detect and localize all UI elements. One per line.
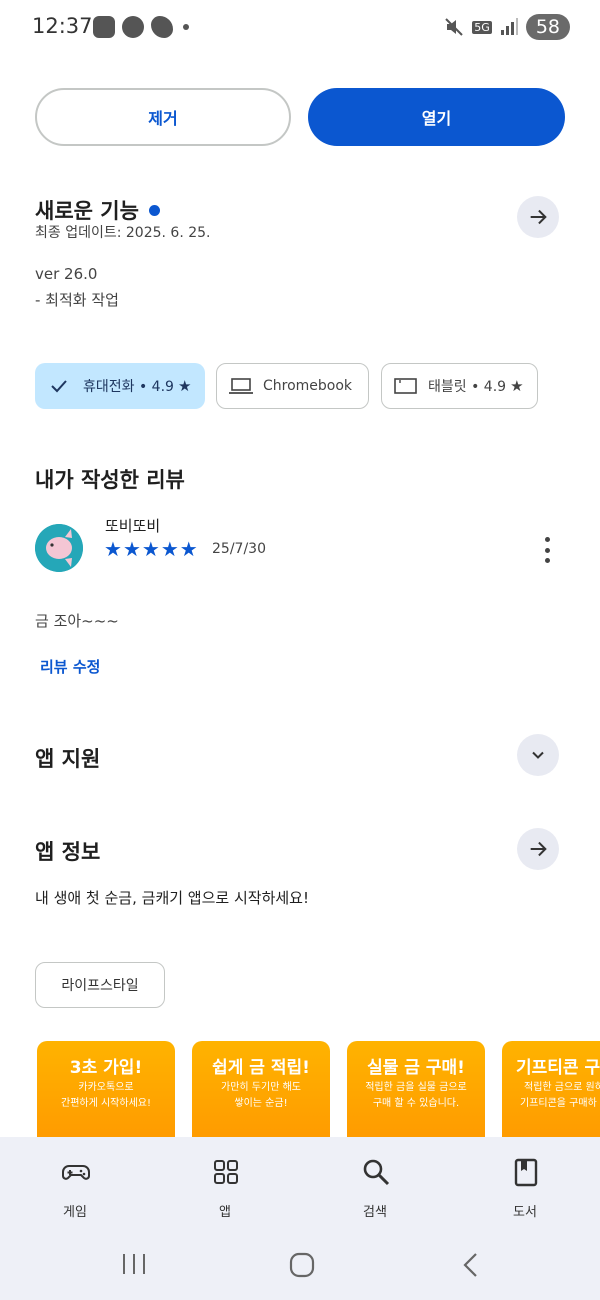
gamepad-icon [62, 1165, 90, 1180]
screenshot-caption: 기프티콘을 구매하 [520, 1098, 597, 1109]
arrow-right-icon [530, 209, 547, 225]
screenshot-caption: 쌓이는 순금! [234, 1098, 288, 1109]
signal-icon [500, 18, 518, 35]
remove-button[interactable]: 제거 [35, 88, 291, 146]
mute-icon [445, 18, 463, 36]
back-icon[interactable] [460, 1251, 482, 1279]
review-text: 금 조아~~~ [35, 612, 119, 630]
chevron-down-icon [532, 751, 544, 759]
screenshot-card[interactable]: 기프티콘 구 적립한 금으로 원하 기프티콘을 구매하 [502, 1041, 600, 1151]
reviewer-name: 또비또비 [105, 517, 161, 535]
category-chip[interactable]: 라이프스타일 [35, 962, 165, 1008]
screenshot-caption: 적립한 금을 실물 금으로 [365, 1082, 467, 1093]
screenshot-caption: 카카오톡으로 [78, 1082, 134, 1093]
nav-apps[interactable]: 앱 [175, 1137, 275, 1235]
home-icon[interactable] [288, 1251, 316, 1279]
avatar [35, 524, 83, 572]
app-description: 내 생애 첫 순금, 금캐기 앱으로 시작하세요! [35, 889, 309, 907]
app-info-arrow-button[interactable] [517, 828, 559, 870]
nav-games[interactable]: 게임 [25, 1137, 125, 1235]
last-updated: 최종 업데이트: 2025. 6. 25. [35, 225, 211, 241]
nav-books-label: 도서 [513, 1205, 537, 1220]
screenshot-card[interactable]: 실물 금 구매! 적립한 금을 실물 금으로 구매 할 수 있습니다. [347, 1041, 485, 1151]
screenshot-headline: 실물 금 구매! [367, 1058, 465, 1078]
whats-new-heading: 새로운 기능 [35, 195, 160, 225]
status-indicators: 5G 58 [444, 14, 570, 40]
kebab-dot [544, 547, 550, 553]
screenshot-caption: 적립한 금으로 원하 [524, 1082, 600, 1093]
recent-apps-icon[interactable] [120, 1251, 148, 1277]
version-text: ver 26.0 [35, 265, 98, 283]
review-date: 25/7/30 [212, 541, 266, 557]
star-icon: ★ [141, 537, 160, 561]
screenshot-caption: 가만히 두기만 해도 [221, 1082, 301, 1093]
whats-new-arrow-button[interactable] [517, 196, 559, 238]
star-icon: ★ [160, 537, 179, 561]
notification-icons [93, 16, 189, 38]
star-icon: ★ [177, 377, 192, 395]
whats-new-title: 새로운 기능 [35, 199, 139, 223]
tablet-icon [394, 378, 417, 394]
app-support-title: 앱 지원 [35, 747, 101, 771]
screenshot-card[interactable]: 쉽게 금 적립! 가만히 두기만 해도 쌓이는 순금! [192, 1041, 330, 1151]
my-review-title: 내가 작성한 리뷰 [35, 468, 185, 492]
chip-chromebook[interactable]: Chromebook [216, 363, 369, 409]
star-icon: ★ [510, 377, 524, 395]
nav-search[interactable]: 검색 [325, 1137, 425, 1235]
status-bar: 12:37 5G 58 [0, 0, 600, 52]
app-info-title: 앱 정보 [35, 840, 101, 864]
system-navigation-bar [0, 1235, 600, 1300]
screenshot-headline: 기프티콘 구 [516, 1058, 600, 1078]
check-icon [51, 380, 67, 393]
kebab-dot [544, 537, 550, 542]
app-support-expand-button[interactable] [517, 734, 559, 776]
edit-review-link[interactable]: 리뷰 수정 [40, 656, 100, 677]
star-icon: ★ [122, 537, 141, 561]
arrow-right-icon [530, 841, 547, 857]
star-icon: ★ [179, 537, 198, 561]
screenshot-headline: 쉽게 금 적립! [212, 1058, 310, 1078]
laptop-icon [229, 378, 253, 394]
chip-chromebook-label: Chromebook [263, 378, 353, 394]
nav-games-label: 게임 [63, 1205, 87, 1220]
network-type: 5G [472, 20, 492, 34]
nav-search-label: 검색 [363, 1205, 387, 1220]
screenshot-caption: 간편하게 시작하세요! [61, 1098, 151, 1109]
bottom-navigation: 게임 앱 검색 도서 [0, 1137, 600, 1235]
app-notification-icon [93, 16, 115, 38]
apps-grid-icon [214, 1160, 238, 1184]
book-icon [514, 1158, 538, 1187]
review-stars: ★ ★ ★ ★ ★ [104, 538, 198, 560]
more-notifications-dot [183, 24, 189, 30]
sunfish-avatar-icon [35, 524, 83, 572]
nav-books[interactable]: 도서 [475, 1137, 575, 1235]
app-notification-icon [122, 16, 144, 38]
search-icon [363, 1159, 390, 1186]
screenshot-caption: 구매 할 수 있습니다. [372, 1098, 460, 1109]
review-more-button[interactable] [538, 537, 556, 563]
screenshot-card[interactable]: 3초 가입! 카카오톡으로 간편하게 시작하세요! [37, 1041, 175, 1151]
battery-indicator: 58 [525, 14, 570, 40]
kebab-dot [544, 558, 550, 563]
open-button[interactable]: 열기 [308, 88, 565, 146]
update-note: - 최적화 작업 [35, 291, 119, 309]
chip-phone-label: 휴대전화 • 4.9 [83, 379, 174, 395]
chip-phone[interactable]: 휴대전화 • 4.9 ★ [35, 363, 205, 409]
status-time: 12:37 [32, 14, 93, 38]
star-icon: ★ [104, 537, 122, 561]
new-indicator-dot [148, 204, 160, 216]
chip-tablet-label: 태블릿 • 4.9 [428, 379, 507, 395]
nav-apps-label: 앱 [219, 1205, 231, 1220]
app-notification-icon [151, 16, 173, 38]
chip-tablet[interactable]: 태블릿 • 4.9 ★ [381, 363, 538, 409]
screenshot-headline: 3초 가입! [69, 1058, 143, 1078]
